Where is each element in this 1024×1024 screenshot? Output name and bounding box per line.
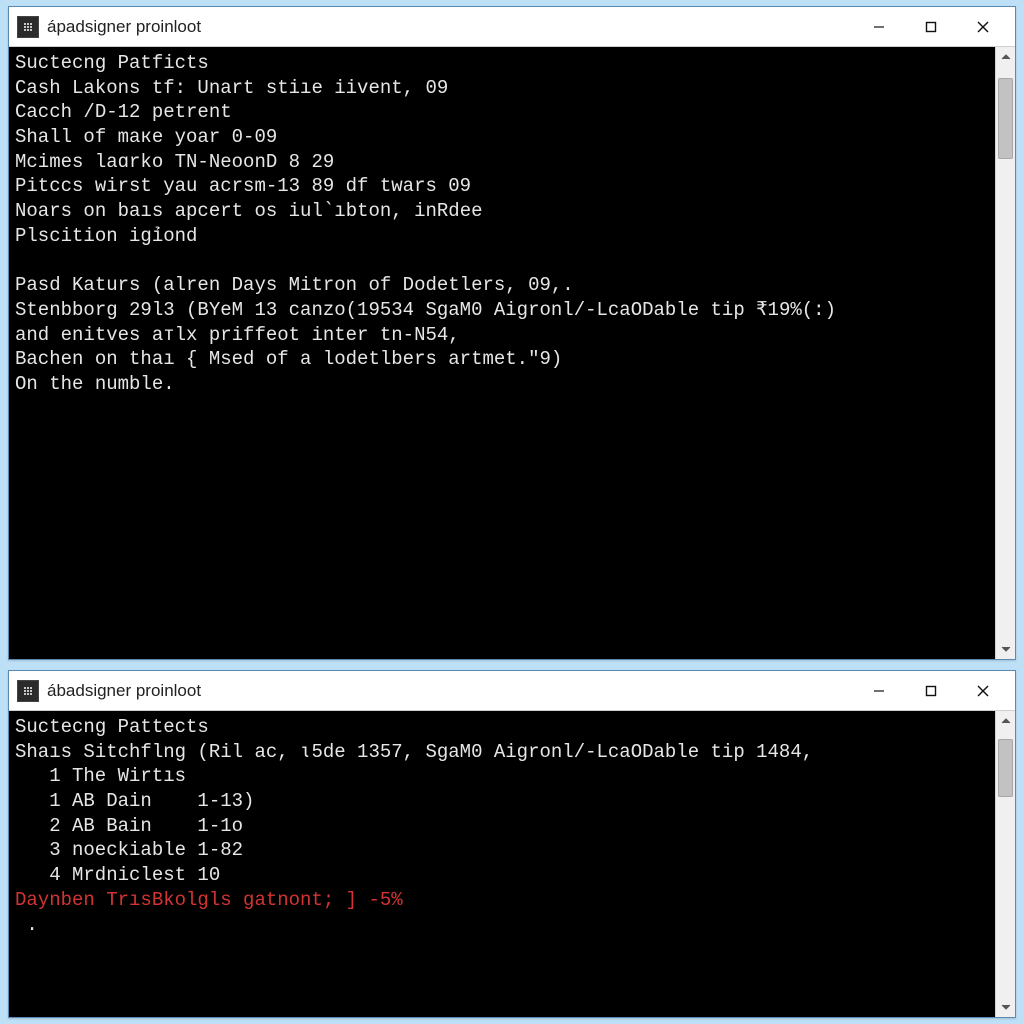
chevron-up-icon [1001,718,1011,724]
maximize-icon [924,684,938,698]
terminal-output[interactable]: Suctecng PattectsShaıs Sitchflng (Ril ac… [9,711,995,1017]
scrollbar[interactable] [995,711,1015,1017]
terminal-line: Mcimes laɑrko TN-NeoonD 8 29 [15,150,989,175]
window-controls [853,674,1009,708]
window-controls [853,10,1009,44]
chevron-up-icon [1001,54,1011,60]
terminal-line: Pasd Katurs (alren Days Mitron of Dodetl… [15,273,989,298]
titlebar[interactable]: ábadsigner proinloot [9,671,1015,711]
scrollbar[interactable] [995,47,1015,659]
scroll-down-button[interactable] [996,639,1015,659]
terminal-line: 1 The Wirtıs [15,764,989,789]
titlebar[interactable]: ápadsigner proinloot [9,7,1015,47]
minimize-button[interactable] [853,10,905,44]
scroll-up-button[interactable] [996,711,1015,731]
terminal-line: Cacch /D-12 petrent [15,100,989,125]
terminal-line: Suctecng Pattects [15,715,989,740]
terminal-line: Cash Lakons tf: Unart stiıe iivent, 09 [15,76,989,101]
terminal-line: Shaıs Sitchflng (Ril ac, ɩ5de 1357, SgaM… [15,740,989,765]
terminal-line: 2 AB Bain 1-1o [15,814,989,839]
minimize-icon [872,684,886,698]
scroll-track[interactable] [996,731,1015,997]
terminal-line: and enitves aᴛlx priffeot inter tn-N54, [15,323,989,348]
close-icon [976,684,990,698]
scroll-track[interactable] [996,67,1015,639]
maximize-button[interactable] [905,10,957,44]
terminal-line: Pitccs wirst yau acrsm-13 89 df twars 09 [15,174,989,199]
terminal-line: Plscition igỉond [15,224,989,249]
window-title: ábadsigner proinloot [47,681,853,701]
window-title: ápadsigner proinloot [47,17,853,37]
chevron-down-icon [1001,1004,1011,1010]
terminal-line: Noars on baıs apcert os iul՝ıbton, inRde… [15,199,989,224]
scroll-up-button[interactable] [996,47,1015,67]
scroll-thumb[interactable] [998,739,1013,798]
terminal-line: Suctecng Patficts [15,51,989,76]
terminal-line: Shall of maкe yoar 0-09 [15,125,989,150]
terminal-line: 1 AB Dain 1-13) [15,789,989,814]
terminal-line: Daynben TrısBkolgls gatnont; ] -5% [15,888,989,913]
close-icon [976,20,990,34]
terminal-line: . [15,913,989,938]
minimize-icon [872,20,886,34]
terminal-line: On the numble. [15,372,989,397]
terminal-line: Bachen on thaı { Msed of a lodetlbers ar… [15,347,989,372]
close-button[interactable] [957,674,1009,708]
maximize-button[interactable] [905,674,957,708]
scroll-down-button[interactable] [996,997,1015,1017]
maximize-icon [924,20,938,34]
app-icon [17,16,39,38]
minimize-button[interactable] [853,674,905,708]
app-icon [17,680,39,702]
chevron-down-icon [1001,646,1011,652]
console-window-2: ábadsigner proinloot Suctecng PattectsSh… [8,670,1016,1018]
scroll-thumb[interactable] [998,78,1013,158]
terminal-output[interactable]: Suctecng PatfictsCash Lakons tf: Unart s… [9,47,995,659]
terminal-line: Stenbborg 29l3 (BYeM 13 canzo(19534 SgaM… [15,298,989,323]
terminal-line: 4 Mrdniclest 10 [15,863,989,888]
terminal-line: 3 noeckiable 1-82 [15,838,989,863]
close-button[interactable] [957,10,1009,44]
terminal-line [15,249,989,274]
console-window-1: ápadsigner proinloot Suctecng PatfictsCa… [8,6,1016,660]
